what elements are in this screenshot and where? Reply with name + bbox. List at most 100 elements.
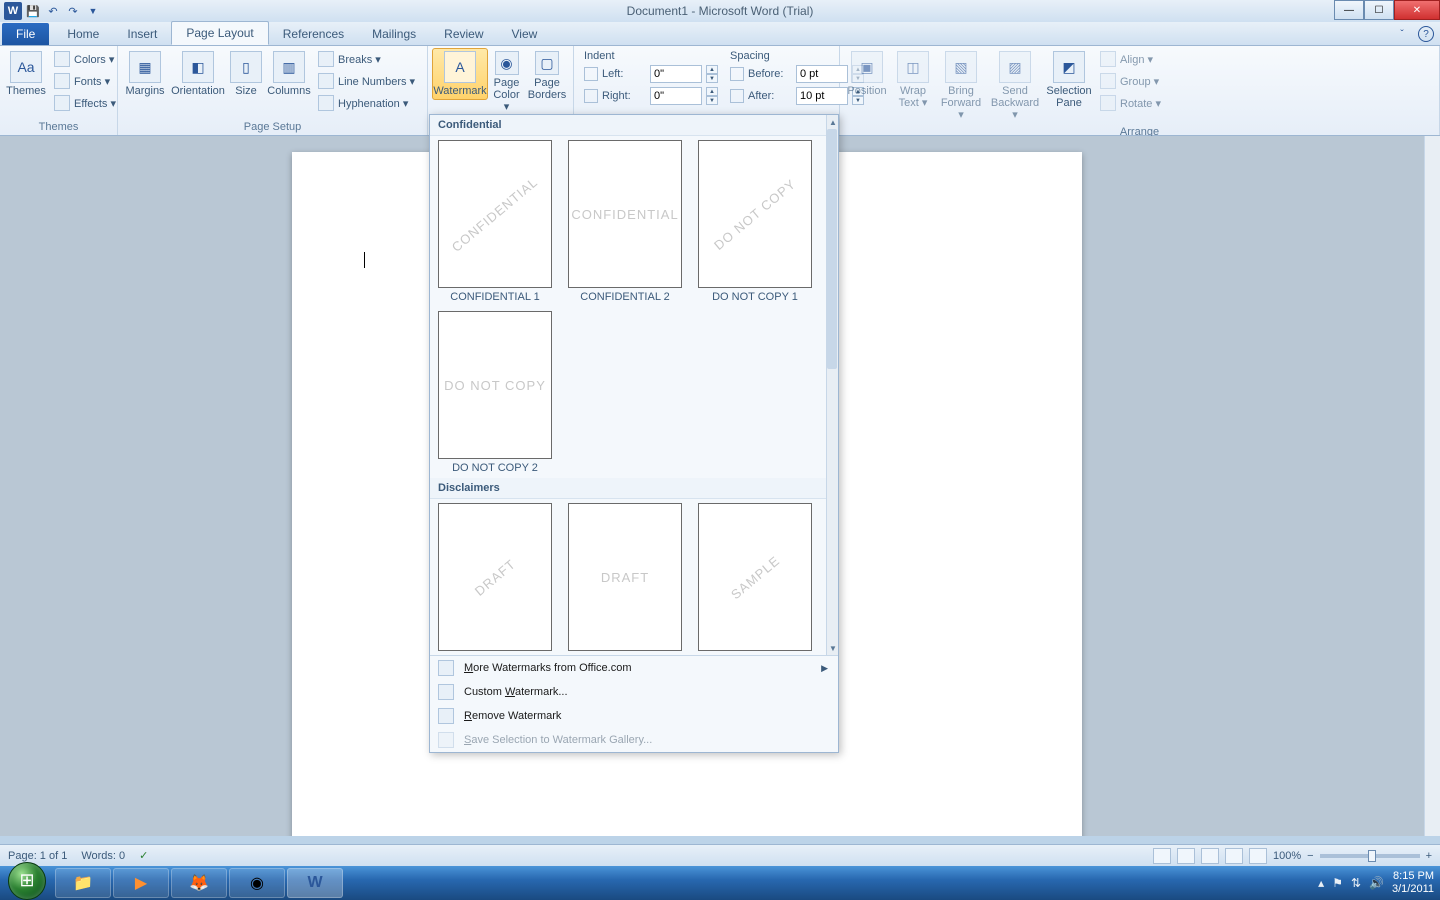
watermark-button[interactable]: AWatermark [432,48,488,100]
tab-view[interactable]: View [498,23,552,45]
disclaimer-item-2[interactable]: SAMPLESAMPLE 1 [694,503,816,655]
qat-customize-icon[interactable]: ▼ [84,2,102,20]
tray-volume-icon[interactable]: 🔊 [1369,876,1384,890]
close-button[interactable]: ✕ [1394,0,1440,20]
position-button[interactable]: ▣Position [844,48,890,100]
start-button[interactable] [0,866,54,900]
margins-button[interactable]: ▦Margins [122,48,168,100]
selection-pane-button[interactable]: ◩Selection Pane [1044,48,1094,112]
group-button[interactable]: Group ▾ [1096,71,1165,91]
bring-forward-button[interactable]: ▧Bring Forward ▾ [936,48,986,124]
size-button[interactable]: ▯Size [228,48,264,100]
disclaimer-item-0[interactable]: DRAFTDRAFT 1 [434,503,556,655]
taskbar-explorer[interactable]: 📁 [55,868,111,898]
line-numbers-button[interactable]: Line Numbers ▾ [314,71,419,91]
columns-button[interactable]: ▥Columns [266,48,312,100]
qat-undo-icon[interactable]: ↶ [44,2,62,20]
disclaimer-item-1[interactable]: DRAFTDRAFT 2 [564,503,686,655]
status-page[interactable]: Page: 1 of 1 [8,850,67,862]
tab-mailings[interactable]: Mailings [358,23,430,45]
taskbar-media-player[interactable]: ▶ [113,868,169,898]
minimize-ribbon-icon[interactable]: ˇ [1394,26,1410,42]
confidential-item-0[interactable]: CONFIDENTIALCONFIDENTIAL 1 [434,140,556,303]
tab-home[interactable]: Home [53,23,113,45]
indent-right-field[interactable]: Right:▲▼ [584,86,718,106]
qat-redo-icon[interactable]: ↷ [64,2,82,20]
page-color-label: Page Color ▾ [493,77,520,113]
zoom-level[interactable]: 100% [1273,850,1301,862]
indent-left-input[interactable] [650,65,702,83]
status-words[interactable]: Words: 0 [81,850,125,862]
taskbar-word[interactable]: W [287,868,343,898]
page-borders-button[interactable]: ▢Page Borders [525,48,569,104]
spacing-before-icon [730,67,744,81]
send-backward-button[interactable]: ▨Send Backward ▾ [988,48,1042,124]
orientation-label: Orientation [171,85,225,97]
indent-left-label: Left: [602,68,646,80]
zoom-slider-handle[interactable] [1368,850,1376,862]
tray-clock[interactable]: 8:15 PM 3/1/2011 [1392,870,1434,896]
minimize-button[interactable]: — [1334,0,1364,20]
proofing-icon[interactable]: ✓ [139,849,148,862]
taskbar-chrome[interactable]: ◉ [229,868,285,898]
custom-watermark-menuitem[interactable]: Custom Watermark... [430,680,838,704]
vertical-scrollbar[interactable] [1424,136,1440,836]
tab-references[interactable]: References [269,23,358,45]
confidential-item-1[interactable]: CONFIDENTIALCONFIDENTIAL 2 [564,140,686,303]
gallery-scrollbar[interactable]: ▲ ▼ [826,115,838,655]
page-color-icon: ◉ [495,51,519,75]
qat-save-icon[interactable]: 💾 [24,2,42,20]
view-outline-button[interactable] [1225,848,1243,864]
confidential-item-2[interactable]: DO NOT COPYDO NOT COPY 1 [694,140,816,303]
tab-review[interactable]: Review [430,23,497,45]
confidential-label-1: CONFIDENTIAL 2 [580,291,669,303]
zoom-in-button[interactable]: + [1426,850,1432,862]
remove-watermark-menuitem[interactable]: Remove Watermark [430,704,838,728]
indent-right-spinner[interactable]: ▲▼ [706,87,718,105]
view-print-layout-button[interactable] [1153,848,1171,864]
disclaimer-thumb-2: SAMPLE [698,503,812,651]
fonts-button[interactable]: Fonts ▾ [50,71,120,91]
window-buttons: — ☐ ✕ [1334,0,1440,20]
more-watermarks-menuitem[interactable]: More Watermarks from Office.com▶ [430,656,838,680]
indent-heading: Indent [584,50,718,62]
document-title: Document1 - Microsoft Word (Trial) [627,4,814,18]
help-icon[interactable]: ? [1418,26,1434,42]
colors-button[interactable]: Colors ▾ [50,49,120,69]
orientation-button[interactable]: ◧Orientation [170,48,226,100]
themes-label: Themes [6,85,46,97]
wrap-text-button[interactable]: ◫Wrap Text ▾ [892,48,934,112]
send-backward-icon: ▨ [999,51,1031,83]
rotate-button[interactable]: Rotate ▾ [1096,93,1165,113]
tab-insert[interactable]: Insert [113,23,171,45]
gallery-scroll-thumb[interactable] [827,129,837,369]
page-color-button[interactable]: ◉Page Color ▾ [490,48,523,116]
indent-left-spinner[interactable]: ▲▼ [706,65,718,83]
tab-file[interactable]: File [2,23,49,45]
tray-flag-icon[interactable]: ⚑ [1332,876,1343,890]
gallery-scroll-down-icon[interactable]: ▼ [827,642,838,654]
breaks-button[interactable]: Breaks ▾ [314,49,419,69]
margins-label: Margins [125,85,164,97]
zoom-out-button[interactable]: − [1307,850,1313,862]
hyphenation-button[interactable]: Hyphenation ▾ [314,93,419,113]
gallery-scroll-up-icon[interactable]: ▲ [827,116,838,128]
confidential-item-3[interactable]: DO NOT COPYDO NOT COPY 2 [434,311,556,474]
tray-network-icon[interactable]: ⇅ [1351,876,1361,890]
indent-right-input[interactable] [650,87,702,105]
tab-page-layout[interactable]: Page Layout [171,21,268,45]
zoom-slider[interactable] [1320,854,1420,858]
taskbar-firefox[interactable]: 🦊 [171,868,227,898]
fonts-icon [54,73,70,89]
confidential-label-2: DO NOT COPY 1 [712,291,798,303]
themes-button[interactable]: Aa Themes [4,48,48,100]
view-draft-button[interactable] [1249,848,1267,864]
tray-show-hidden-icon[interactable]: ▴ [1318,876,1324,890]
bring-forward-label: Bring Forward ▾ [939,85,983,121]
effects-button[interactable]: Effects ▾ [50,93,120,113]
align-button[interactable]: Align ▾ [1096,49,1165,69]
maximize-button[interactable]: ☐ [1364,0,1394,20]
indent-left-field[interactable]: Left: ▲▼ [584,64,718,84]
view-web-layout-button[interactable] [1201,848,1219,864]
view-full-screen-button[interactable] [1177,848,1195,864]
